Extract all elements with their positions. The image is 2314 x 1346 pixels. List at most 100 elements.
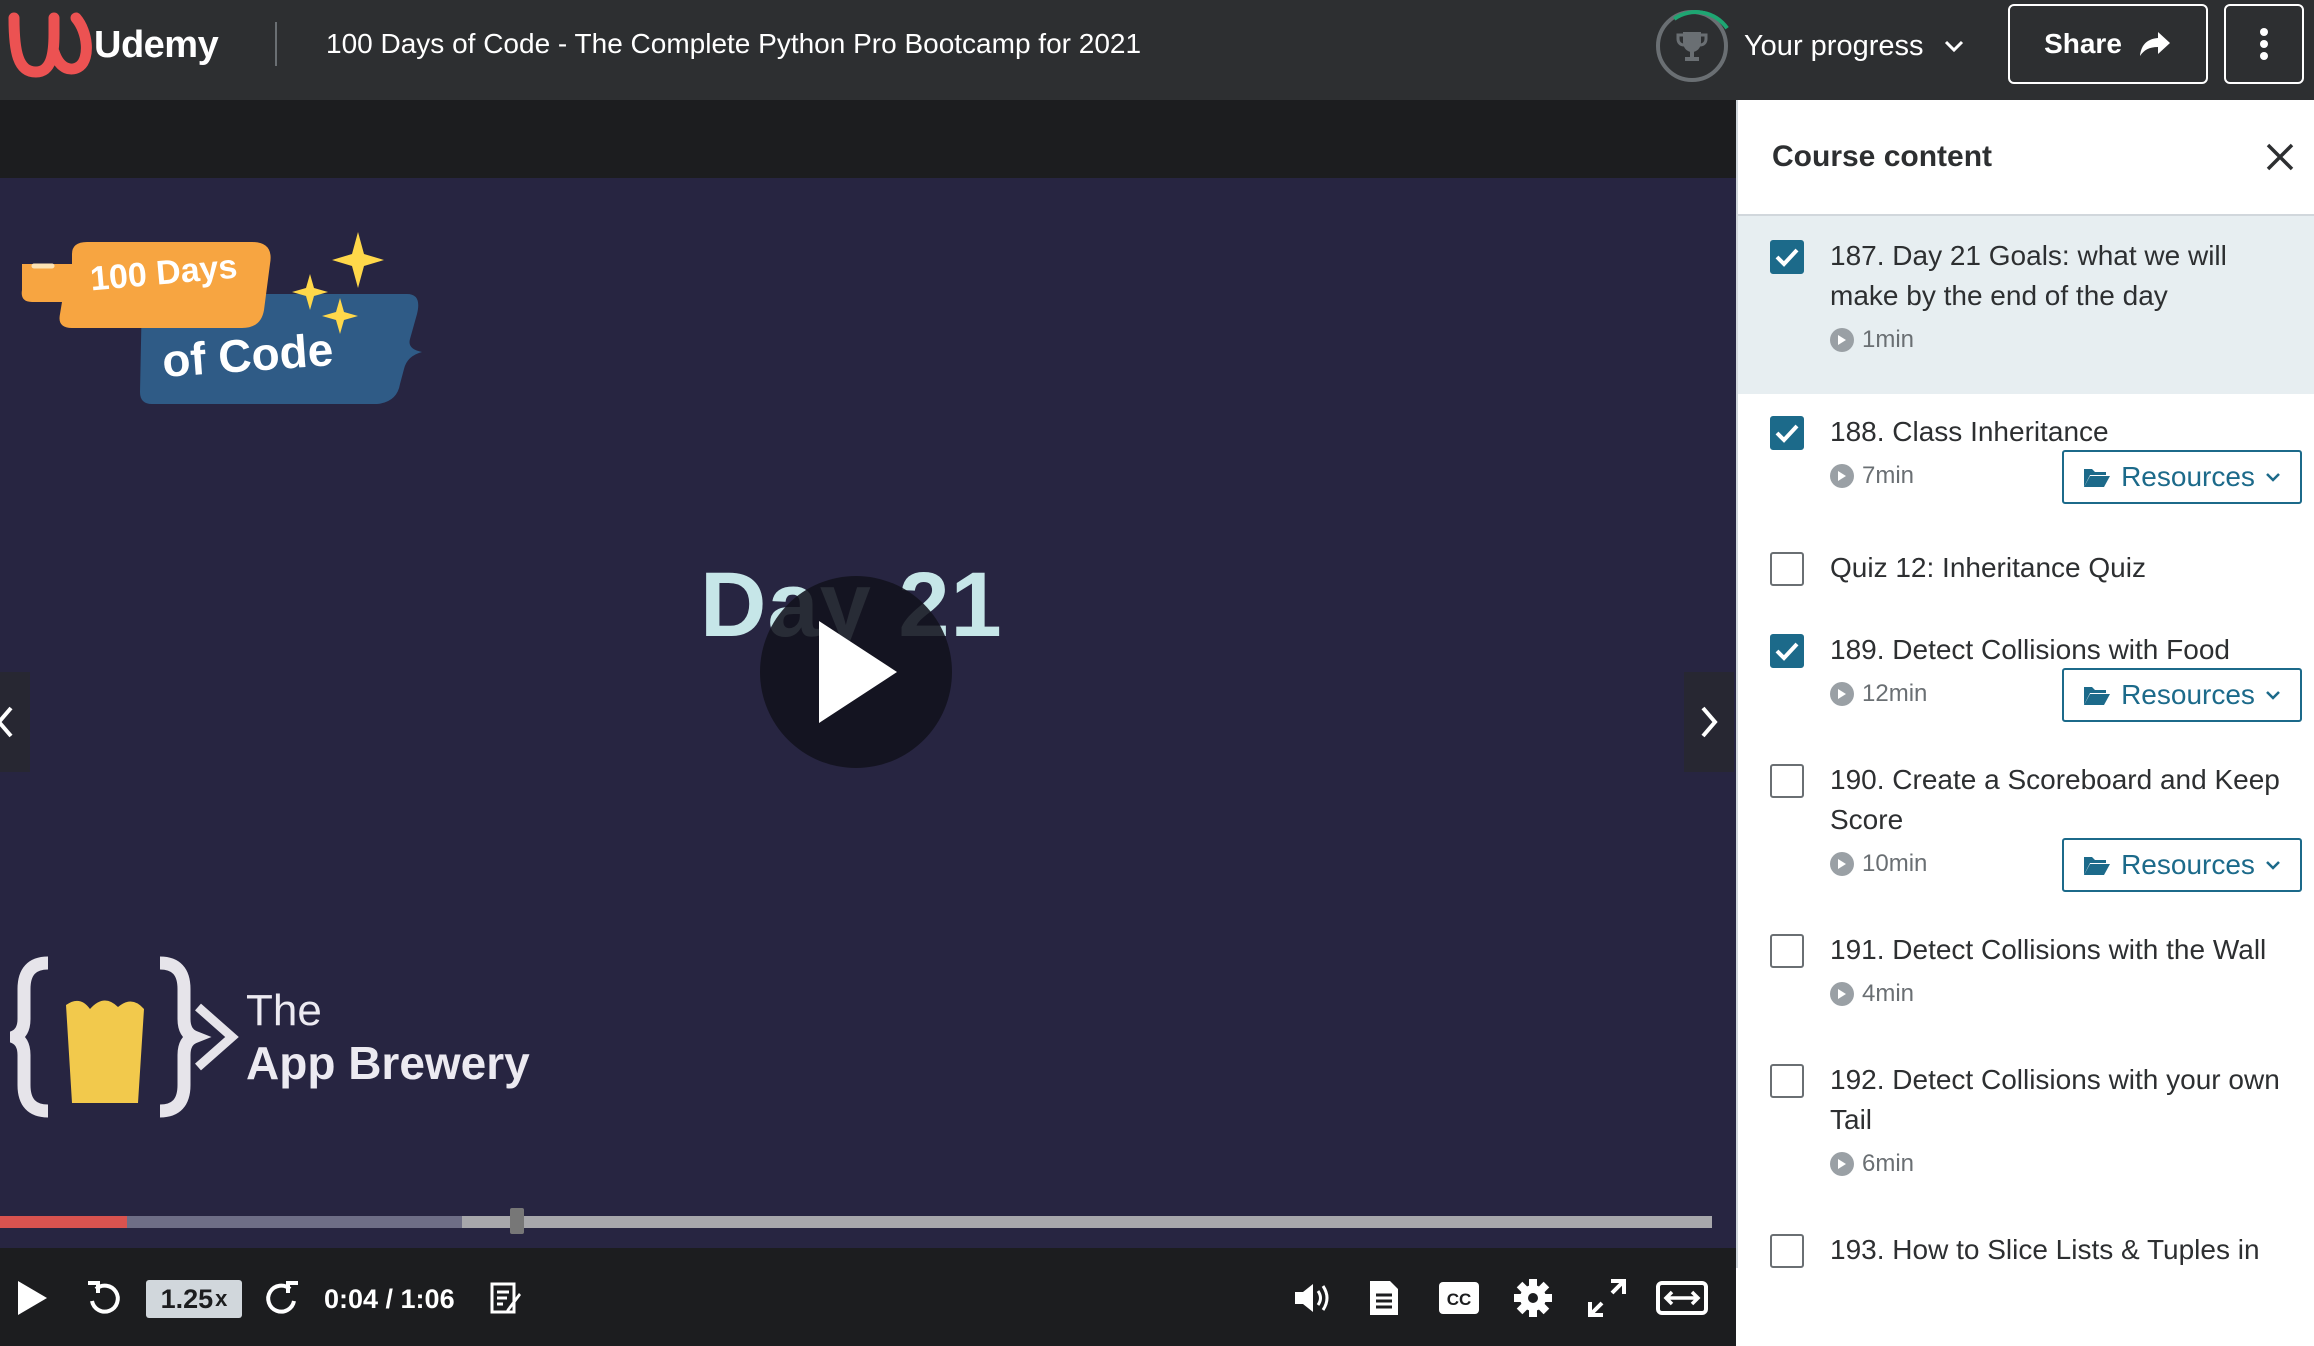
- next-lecture-button[interactable]: [1684, 672, 1734, 772]
- app-brewery-logo: The App Brewery: [10, 953, 530, 1123]
- progress-label: Your progress: [1744, 29, 1924, 62]
- lecture-title: 193. How to Slice Lists & Tuples in Pyth…: [1830, 1234, 2260, 1265]
- progress-ring: [1656, 10, 1728, 82]
- header-divider: [275, 22, 277, 66]
- speed-suffix: x: [215, 1286, 228, 1311]
- lecture-complete-checkbox[interactable]: [1770, 240, 1804, 274]
- theater-mode-button[interactable]: [1652, 1274, 1712, 1322]
- gear-icon: [1514, 1279, 1552, 1317]
- video-frame[interactable]: 100 Days of Code Day 21 The App Brewery: [0, 178, 1736, 1248]
- lecture-title: 191. Detect Collisions with the Wall: [1830, 934, 2267, 965]
- resources-dropdown-button[interactable]: Resources: [2062, 450, 2302, 504]
- lecture-meta: 4min: [1830, 976, 2300, 1022]
- settings-button[interactable]: [1508, 1274, 1558, 1322]
- chevron-down-icon: [2266, 473, 2280, 482]
- app-brewery-mug-icon: [10, 956, 239, 1118]
- lecture-duration: 12min: [1830, 680, 1927, 708]
- checkmark-icon: [1775, 424, 1799, 443]
- captions-icon: CC: [1439, 1282, 1479, 1314]
- course-title[interactable]: 100 Days of Code - The Complete Python P…: [326, 28, 1141, 60]
- previous-lecture-button[interactable]: [0, 672, 30, 772]
- svg-text:CC: CC: [1447, 1290, 1472, 1309]
- brewery-line-1: The: [246, 986, 322, 1035]
- lecture-complete-checkbox[interactable]: [1770, 1234, 1804, 1268]
- playback-speed-button[interactable]: 1.25 x: [146, 1280, 242, 1318]
- duration-text: 4min: [1862, 980, 1915, 1007]
- chevron-left-icon: [0, 706, 13, 738]
- lecture-item[interactable]: 189. Detect Collisions with Food 12min Res…: [1738, 610, 2314, 740]
- seek-bar[interactable]: [0, 1208, 1712, 1234]
- lecture-item[interactable]: 190. Create a Scoreboard and Keep Score 1…: [1738, 740, 2314, 910]
- lecture-title: 192. Detect Collisions with your own Tai…: [1830, 1064, 2280, 1135]
- lecture-complete-checkbox[interactable]: [1770, 552, 1804, 586]
- chevron-down-icon: [1945, 40, 1964, 53]
- video-play-icon: [1830, 464, 1854, 488]
- close-sidebar-button[interactable]: [2260, 137, 2300, 177]
- theater-mode-icon: [1656, 1281, 1708, 1315]
- rewind-button[interactable]: [82, 1274, 126, 1322]
- folder-open-icon: [2084, 469, 2111, 487]
- transcript-icon: [1370, 1281, 1398, 1315]
- lecture-item[interactable]: 192. Detect Collisions with your own Tai…: [1738, 1040, 2314, 1210]
- player-controls: 1.25 x 0:04 / 1:06 CC: [0, 1250, 1736, 1346]
- video-player: 100 Days of Code Day 21 The App Brewery: [0, 100, 1736, 1346]
- note-icon: [490, 1282, 521, 1314]
- resources-dropdown-button[interactable]: Resources: [2062, 838, 2302, 892]
- lecture-duration: 6min: [1830, 1150, 1914, 1178]
- lecture-complete-checkbox[interactable]: [1770, 416, 1804, 450]
- more-options-button[interactable]: [2224, 4, 2304, 84]
- brewery-line-2: App Brewery: [246, 1037, 530, 1089]
- app-brewery-text: The App Brewery: [246, 986, 530, 1090]
- volume-icon: [1295, 1284, 1329, 1312]
- lecture-meta: 10min Resources: [1830, 838, 2302, 892]
- play-pause-button[interactable]: [10, 1274, 54, 1322]
- video-play-icon: [1830, 852, 1854, 876]
- udemy-logo[interactable]: Udemy: [8, 12, 219, 78]
- forward-button[interactable]: [260, 1274, 304, 1322]
- transcript-button[interactable]: [1362, 1274, 1406, 1322]
- add-note-button[interactable]: [484, 1274, 528, 1322]
- duration-text: 1min: [1862, 326, 1915, 353]
- lecture-title: 187. Day 21 Goals: what we will make by …: [1830, 240, 2227, 311]
- lecture-duration: 4min: [1830, 980, 1914, 1008]
- resources-dropdown-button[interactable]: Resources: [2062, 668, 2302, 722]
- lecture-item[interactable]: Quiz 12: Inheritance Quiz: [1738, 526, 2314, 610]
- lecture-item[interactable]: 191. Detect Collisions with the Wall 4min: [1738, 910, 2314, 1040]
- volume-button[interactable]: [1288, 1274, 1338, 1322]
- folder-open-icon: [2084, 857, 2111, 875]
- video-play-icon: [1830, 982, 1854, 1006]
- progress-dropdown[interactable]: Your progress: [1656, 10, 1965, 82]
- duration-text: 6min: [1862, 1150, 1915, 1177]
- fullscreen-button[interactable]: [1582, 1274, 1632, 1322]
- forward-icon: [266, 1281, 298, 1314]
- lecture-complete-checkbox[interactable]: [1770, 1064, 1804, 1098]
- chevron-right-icon: [1701, 706, 1718, 738]
- trophy-icon: [1676, 32, 1708, 61]
- lecture-complete-checkbox[interactable]: [1770, 934, 1804, 968]
- brand-name: Udemy: [94, 23, 219, 66]
- video-play-icon: [1830, 682, 1854, 706]
- lecture-complete-checkbox[interactable]: [1770, 764, 1804, 798]
- seek-hover-marker[interactable]: [510, 1208, 524, 1234]
- share-arrow-icon: [2139, 32, 2170, 56]
- checkmark-icon: [1775, 642, 1799, 661]
- rewind-icon: [88, 1281, 120, 1314]
- lecture-item[interactable]: 188. Class Inheritance 7min Resources: [1738, 394, 2314, 526]
- udemy-logo-icon: [8, 12, 92, 78]
- lecture-complete-checkbox[interactable]: [1770, 634, 1804, 668]
- lecture-duration: 7min: [1830, 462, 1914, 490]
- lecture-item[interactable]: 193. How to Slice Lists & Tuples in Pyth…: [1738, 1210, 2314, 1268]
- play-icon: [819, 621, 897, 723]
- share-button[interactable]: Share: [2008, 4, 2208, 84]
- lecture-item[interactable]: 187. Day 21 Goals: what we will make by …: [1738, 216, 2314, 394]
- chevron-down-icon: [2266, 861, 2280, 870]
- big-play-button[interactable]: [760, 576, 952, 768]
- lecture-duration: 1min: [1830, 326, 1914, 354]
- speed-value: 1.25: [160, 1283, 214, 1314]
- top-header: Udemy 100 Days of Code - The Complete Py…: [0, 0, 2314, 100]
- course-content-sidebar: Course content 187. Day 21 Goals: what w…: [1736, 100, 2314, 1268]
- duration-text: 7min: [1862, 462, 1915, 489]
- lecture-meta: 7min Resources: [1830, 450, 2302, 504]
- close-icon: [2266, 143, 2294, 171]
- captions-button[interactable]: CC: [1434, 1274, 1484, 1322]
